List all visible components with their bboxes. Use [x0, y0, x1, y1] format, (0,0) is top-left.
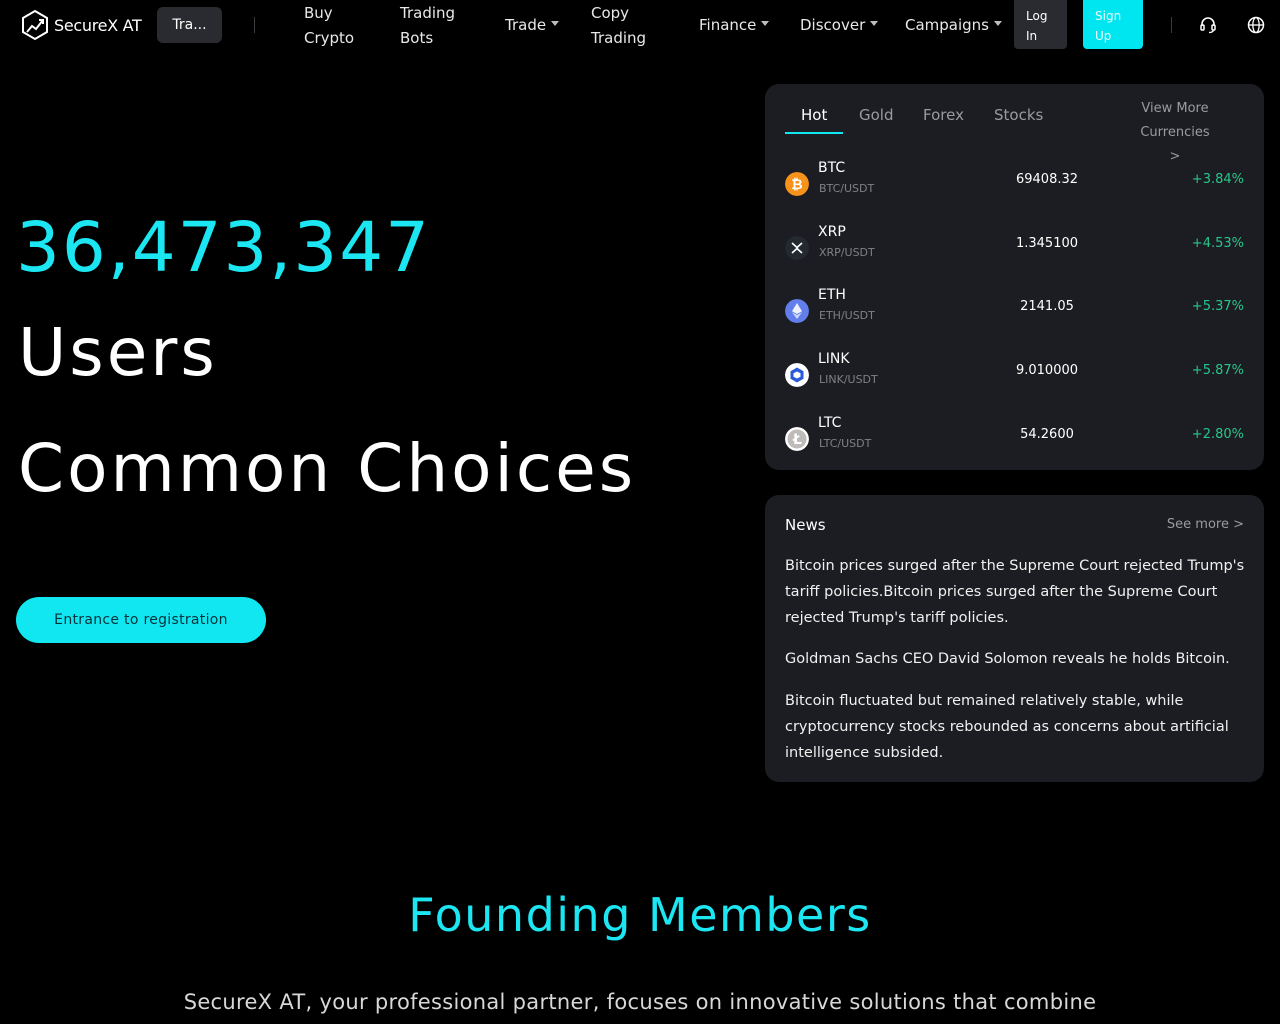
coin-name: BTC	[818, 160, 846, 176]
nav-copy-trading-line1: Copy	[591, 4, 630, 22]
chevron-down-icon	[551, 21, 560, 26]
signup-line1: Sign	[1095, 9, 1122, 23]
hero-headline-users: Users	[18, 314, 218, 391]
nav-copy-trading[interactable]: Copy Trading	[591, 1, 661, 51]
nav-trading-bots-line1: Trading	[400, 4, 456, 22]
nav-trading-bots[interactable]: Trading Bots	[400, 1, 470, 51]
coin-name: ETH	[818, 287, 846, 303]
coin-change: +5.37%	[1191, 299, 1244, 314]
market-row-btc[interactable]: ₿ BTC BTC/USDT 69408.32 +3.84%	[765, 160, 1264, 212]
nav-divider	[1171, 17, 1172, 33]
nav-campaigns-label: Campaigns	[905, 16, 990, 34]
headset-icon[interactable]	[1199, 16, 1217, 34]
coin-pair: LINK/USDT	[819, 373, 878, 386]
market-row-xrp[interactable]: XRP XRP/USDT 1.345100 +4.53%	[765, 224, 1264, 276]
xrp-icon	[785, 236, 809, 260]
login-line1: Log	[1026, 9, 1048, 23]
chevron-down-icon	[870, 21, 879, 26]
login-line2: In	[1026, 29, 1038, 43]
login-button[interactable]: Log In	[1014, 0, 1067, 49]
svg-text:Ł: Ł	[792, 432, 802, 448]
coin-pair: BTC/USDT	[819, 182, 875, 195]
news-item[interactable]: Bitcoin fluctuated but remained relative…	[785, 688, 1245, 766]
active-tab-indicator	[785, 132, 843, 134]
nav-finance[interactable]: Finance	[699, 13, 770, 38]
coin-price: 69408.32	[1015, 172, 1079, 187]
trade-pill-tab[interactable]: Tra...	[157, 7, 222, 43]
brand-name: SecureX AT	[54, 15, 142, 35]
nav-trade[interactable]: Trade	[505, 13, 560, 38]
market-panel: Hot Gold Forex Stocks View More Currenci…	[765, 84, 1264, 470]
coin-change: +2.80%	[1191, 427, 1244, 442]
coin-price: 54.2600	[1020, 427, 1074, 442]
chainlink-icon	[785, 363, 809, 387]
tab-forex[interactable]: Forex	[923, 106, 964, 124]
nav-trade-label: Trade	[505, 16, 547, 34]
coin-price: 2141.05	[1020, 299, 1074, 314]
registration-button[interactable]: Entrance to registration	[16, 597, 266, 643]
nav-buy-crypto-line1: Buy	[304, 4, 333, 22]
signup-line2: Up	[1095, 29, 1112, 43]
logo-icon	[22, 9, 48, 41]
coin-name: LINK	[818, 351, 850, 367]
coin-pair: XRP/USDT	[819, 246, 875, 259]
news-item[interactable]: Bitcoin prices surged after the Supreme …	[785, 553, 1245, 631]
founding-members-subtitle: SecureX AT, your professional partner, f…	[183, 990, 1097, 1014]
hero-headline-choices: Common Choices	[18, 430, 637, 507]
litecoin-icon: Ł	[785, 427, 809, 451]
nav-discover[interactable]: Discover	[800, 13, 879, 38]
tab-gold[interactable]: Gold	[859, 106, 894, 124]
view-more-label: View More Currencies	[1140, 101, 1210, 140]
founding-members-heading: Founding Members	[408, 888, 872, 942]
nav-buy-crypto[interactable]: Buy Crypto	[304, 1, 374, 51]
news-item[interactable]: Goldman Sachs CEO David Solomon reveals …	[785, 646, 1245, 672]
nav-divider	[254, 17, 255, 33]
nav-buy-crypto-line2: Crypto	[304, 29, 355, 47]
coin-pair: ETH/USDT	[819, 309, 875, 322]
chevron-down-icon	[994, 21, 1003, 26]
nav-copy-trading-line2: Trading	[591, 29, 647, 47]
ethereum-icon	[785, 299, 809, 323]
coin-name: LTC	[818, 415, 842, 431]
bitcoin-icon: ₿	[785, 172, 809, 196]
coin-change: +5.87%	[1191, 363, 1244, 378]
see-more-link[interactable]: See more >	[1167, 517, 1244, 532]
news-panel: News See more > Bitcoin prices surged af…	[765, 495, 1264, 782]
coin-price: 9.010000	[1015, 363, 1079, 378]
top-nav: SecureX AT Tra... Buy Crypto Trading Bot…	[0, 0, 1280, 52]
coin-change: +4.53%	[1191, 236, 1244, 251]
market-row-link[interactable]: LINK LINK/USDT 9.010000 +5.87%	[765, 351, 1264, 403]
market-row-eth[interactable]: ETH ETH/USDT 2141.05 +5.37%	[765, 287, 1264, 339]
svg-text:₿: ₿	[791, 177, 802, 193]
nav-discover-label: Discover	[800, 16, 866, 34]
news-heading: News	[785, 516, 826, 534]
nav-campaigns[interactable]: Campaigns	[905, 13, 1003, 38]
coin-name: XRP	[818, 224, 846, 240]
logo[interactable]: SecureX AT	[20, 9, 142, 41]
coin-pair: LTC/USDT	[819, 437, 872, 450]
view-more-currencies-link[interactable]: View More Currencies >	[1105, 97, 1245, 169]
signup-button[interactable]: Sign Up	[1083, 0, 1143, 49]
user-count: 36,473,347	[16, 208, 432, 288]
coin-price: 1.345100	[1015, 236, 1079, 251]
nav-finance-label: Finance	[699, 16, 757, 34]
market-row-ltc[interactable]: Ł LTC LTC/USDT 54.2600 +2.80%	[765, 415, 1264, 467]
globe-icon[interactable]	[1247, 16, 1265, 34]
tab-hot[interactable]: Hot	[801, 106, 827, 124]
tab-stocks[interactable]: Stocks	[994, 106, 1043, 124]
coin-change: +3.84%	[1191, 172, 1244, 187]
nav-trading-bots-line2: Bots	[400, 29, 434, 47]
chevron-down-icon	[761, 21, 770, 26]
